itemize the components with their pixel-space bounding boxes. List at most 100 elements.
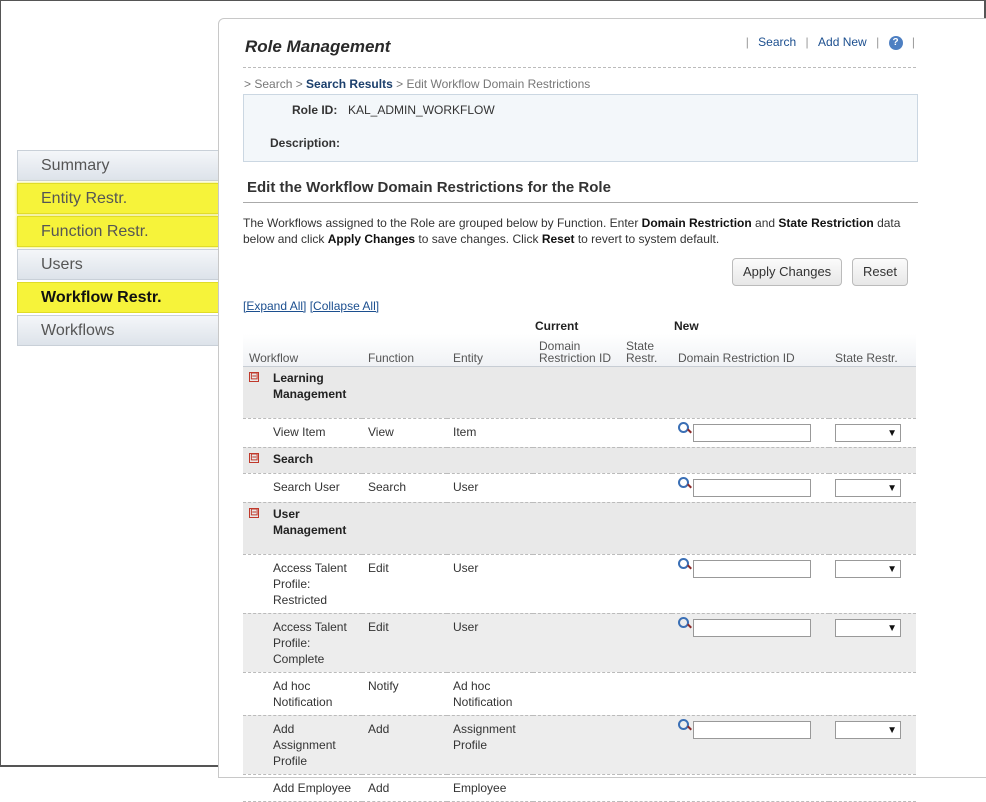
instructions: The Workflows assigned to the Role are g… [243, 215, 918, 247]
group-name: Learning Management [273, 370, 347, 401]
function-name: Search [368, 479, 407, 494]
domain-restriction-input[interactable] [693, 478, 811, 497]
sidebar-item-summary[interactable]: Summary [17, 150, 219, 181]
workflow-cell: Add Employee [243, 774, 362, 802]
current-domain-cell [533, 672, 620, 716]
breadcrumb-search-results[interactable]: Search Results [306, 77, 393, 91]
entity-name: Employee [453, 780, 507, 795]
magnifier-icon[interactable] [678, 616, 691, 630]
entity-cell: Employee [447, 774, 533, 802]
expand-all-link[interactable]: [Expand All] [243, 299, 306, 313]
collapse-minus-icon[interactable]: ⊟ [249, 507, 259, 518]
entity-cell: Assignment Profile [447, 715, 533, 775]
magnifier-icon[interactable] [678, 421, 691, 435]
function-name: Edit [368, 619, 389, 634]
expand-collapse-links: [Expand All] [Collapse All] [243, 299, 379, 313]
current-group-header: Current [535, 319, 579, 333]
new-domain-cell [672, 672, 829, 716]
entity-cell: User [447, 554, 533, 614]
new-state-cell: ▼ [829, 554, 916, 614]
new-state-cell [829, 672, 916, 716]
magnifier-icon[interactable] [678, 476, 691, 490]
workflow-cell: Access Talent Profile: Complete [243, 613, 362, 673]
breadcrumb-prefix[interactable]: > Search > [244, 77, 306, 91]
section-title: Edit the Workflow Domain Restrictions fo… [247, 179, 611, 196]
sidebar-item-workflows[interactable]: Workflows [17, 315, 219, 346]
table-header-row: Workflow Function Entity Domain Restrict… [243, 334, 916, 367]
col-new-state[interactable]: State Restr. [829, 334, 916, 367]
new-state-cell: ▼ [829, 418, 916, 448]
workflow-cell: View Item [243, 418, 362, 448]
col-current-domain[interactable]: Domain Restriction ID [533, 334, 620, 367]
collapse-minus-icon[interactable]: ⊟ [249, 452, 259, 463]
dropdown-arrow-icon: ▼ [887, 724, 897, 736]
table-row: Add Employee Add Employee [243, 774, 916, 802]
top-links: | Search | Add New | ? | [746, 35, 915, 50]
state-restriction-select[interactable]: ▼ [835, 423, 901, 442]
sidebar-item-entity-restr[interactable]: Entity Restr. [17, 183, 219, 214]
sidebar-item-users[interactable]: Users [17, 249, 219, 280]
col-workflow[interactable]: Workflow [243, 334, 362, 367]
collapse-all-link[interactable]: [Collapse All] [310, 299, 379, 313]
intro-bold: Reset [541, 232, 575, 246]
workflow-restrictions-table: Workflow Function Entity Domain Restrict… [243, 334, 916, 802]
col-function[interactable]: Function [362, 334, 447, 367]
new-state-cell [829, 774, 916, 802]
current-domain-cell [533, 715, 620, 775]
group-cell: ⊟ Search [243, 447, 916, 474]
search-link[interactable]: Search [758, 35, 796, 49]
table-row: Access Talent Profile: Complete Edit User ▼ [243, 613, 916, 673]
table-row: Add Assignment Profile Add Assignment Prof… [243, 715, 916, 775]
col-entity[interactable]: Entity [447, 334, 533, 367]
col-new-domain[interactable]: Domain Restriction ID [672, 334, 829, 367]
entity-name: User [453, 479, 479, 494]
group-cell: ⊟ Learning Management [243, 366, 916, 419]
collapse-minus-icon[interactable]: ⊟ [249, 371, 259, 382]
domain-restriction-input[interactable] [693, 423, 811, 442]
main-panel: Role Management | Search | Add New | ? |… [218, 18, 986, 802]
divider [243, 202, 918, 203]
magnifier-icon[interactable] [678, 718, 691, 732]
current-domain-cell [533, 473, 620, 503]
dropdown-arrow-icon: ▼ [887, 482, 897, 494]
function-cell: Add [362, 774, 447, 802]
workflow-name: Add Assignment Profile [273, 721, 336, 768]
apply-changes-button[interactable]: Apply Changes [732, 258, 843, 286]
entity-name: Item [453, 424, 477, 439]
add-new-link[interactable]: Add New [818, 35, 867, 49]
breadcrumb-current: > Edit Workflow Domain Restrictions [392, 77, 591, 91]
current-state-cell [620, 715, 672, 775]
function-name: Edit [368, 560, 389, 575]
separator: | [745, 35, 749, 49]
intro-text: to save changes. Click [415, 232, 542, 246]
help-icon[interactable]: ? [888, 35, 903, 50]
function-cell: Edit [362, 554, 447, 614]
reset-button[interactable]: Reset [852, 258, 908, 286]
sidebar-item-function-restr[interactable]: Function Restr. [17, 216, 219, 247]
separator: | [805, 35, 809, 49]
separator: | [876, 35, 880, 49]
state-restriction-select[interactable]: ▼ [835, 618, 901, 637]
magnifier-icon[interactable] [678, 557, 691, 571]
workflow-name: View Item [273, 424, 326, 439]
sidebar-item-workflow-restr[interactable]: Workflow Restr. [17, 282, 241, 313]
col-current-state[interactable]: State Restr. [620, 334, 672, 367]
state-restriction-select[interactable]: ▼ [835, 720, 901, 739]
new-domain-cell [672, 613, 829, 673]
entity-name: Ad hoc Notification [453, 678, 513, 709]
intro-text: and [751, 216, 779, 230]
current-state-cell [620, 418, 672, 448]
state-restriction-select[interactable]: ▼ [835, 559, 901, 578]
workflow-cell: Search User [243, 473, 362, 503]
workflow-name: Ad hoc Notification [273, 678, 333, 709]
table-row: Ad hoc Notification Notify Ad hoc Notifica… [243, 672, 916, 716]
new-domain-cell [672, 473, 829, 503]
function-cell: View [362, 418, 447, 448]
new-state-cell: ▼ [829, 715, 916, 775]
domain-restriction-input[interactable] [693, 559, 811, 578]
domain-restriction-input[interactable] [693, 720, 811, 739]
state-restriction-select[interactable]: ▼ [835, 478, 901, 497]
new-state-cell: ▼ [829, 613, 916, 673]
domain-restriction-input[interactable] [693, 618, 811, 637]
divider [243, 67, 916, 68]
